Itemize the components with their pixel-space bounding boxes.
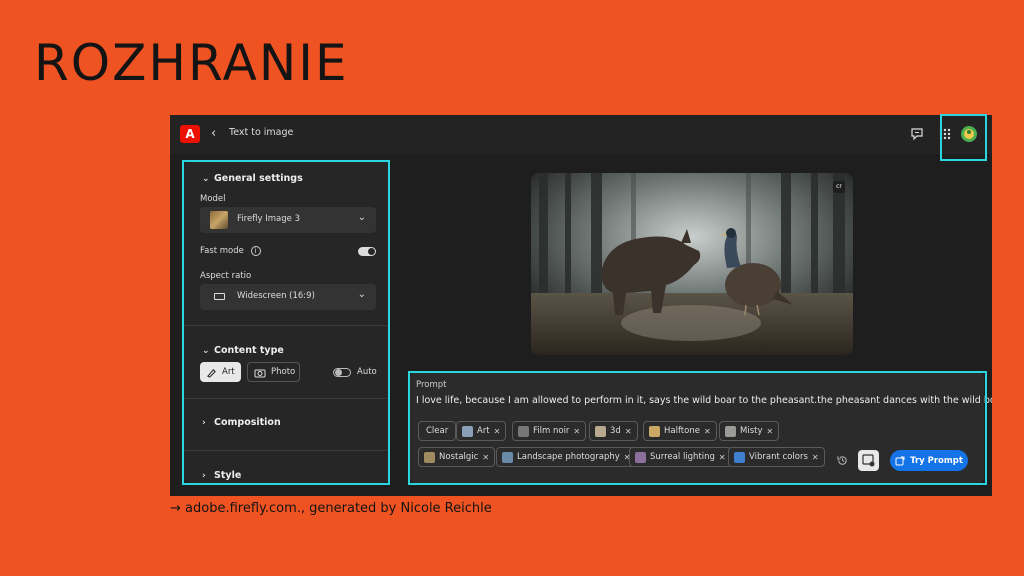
divider	[184, 325, 390, 326]
toggle-knob	[368, 248, 375, 255]
style-chip[interactable]: Art ✕	[456, 421, 507, 441]
chevron-down-icon: ⌄	[357, 289, 366, 300]
try-prompt-button[interactable]: Try Prompt	[890, 450, 968, 471]
remove-icon[interactable]: ✕	[704, 427, 711, 436]
chip-label: Vibrant colors	[749, 452, 808, 462]
history-icon[interactable]	[836, 454, 849, 467]
art-brush-icon	[207, 368, 216, 378]
chip-thumbnail	[462, 425, 473, 437]
chip-label: Misty	[740, 426, 763, 436]
art-label: Art	[222, 367, 235, 377]
apps-grid-icon[interactable]	[937, 126, 953, 142]
style-chip[interactable]: Landscape photography ✕	[496, 447, 637, 467]
content-type-title: Content type	[214, 345, 284, 356]
aspect-ratio-dropdown[interactable]: Widescreen (16:9) ⌄	[200, 284, 376, 310]
boar-and-pheasant-image	[531, 173, 853, 355]
model-value: Firefly Image 3	[237, 214, 300, 224]
art-button[interactable]: Art	[200, 362, 241, 382]
chip-thumbnail	[502, 451, 513, 463]
fast-mode-text: Fast mode	[200, 246, 244, 256]
adobe-logo-icon[interactable]: A	[180, 125, 200, 143]
auto-toggle[interactable]	[333, 368, 351, 377]
widescreen-icon	[214, 293, 225, 300]
style-chip[interactable]: Misty ✕	[719, 421, 780, 441]
prompt-label: Prompt	[416, 380, 447, 390]
style-chip[interactable]: Film noir ✕	[512, 421, 587, 441]
prompt-panel: Prompt I love life, because I am allowed…	[410, 372, 992, 483]
settings-panel: ⌄ General settings Model Firefly Image 3 …	[184, 161, 390, 483]
content-credentials-icon[interactable]: cr	[833, 181, 845, 193]
aspect-ratio-value: Widescreen (16:9)	[237, 291, 315, 301]
model-dropdown[interactable]: Firefly Image 3 ⌄	[200, 207, 376, 233]
photo-label: Photo	[271, 367, 296, 377]
divider	[184, 398, 390, 399]
aspect-ratio-label: Aspect ratio	[200, 271, 252, 281]
user-avatar-icon[interactable]	[960, 125, 978, 143]
divider	[184, 450, 390, 451]
firefly-app-window: A ‹ Text to image ⌄ General settings Mode…	[170, 115, 992, 496]
chevron-right-icon: ›	[202, 418, 206, 428]
slide-title: ROZHRANIE	[34, 34, 349, 92]
style-chip[interactable]: Nostalgic ✕	[418, 447, 496, 467]
general-settings-title: General settings	[214, 173, 303, 184]
style-chip[interactable]: Surreal lighting ✕	[629, 447, 732, 467]
chip-label: Landscape photography	[517, 452, 620, 462]
auto-label: Auto	[357, 367, 377, 377]
chip-thumbnail	[649, 425, 660, 437]
remove-icon[interactable]: ✕	[482, 453, 489, 462]
chevron-down-icon: ⌄	[202, 174, 210, 184]
remove-icon[interactable]: ✕	[625, 427, 632, 436]
info-icon[interactable]: i	[250, 246, 261, 256]
top-bar: A ‹ Text to image	[170, 115, 992, 154]
feedback-icon[interactable]	[909, 126, 925, 142]
try-prompt-icon	[895, 456, 905, 465]
remove-icon[interactable]: ✕	[767, 427, 774, 436]
remove-icon[interactable]: ✕	[494, 427, 501, 436]
chip-label: Art	[477, 426, 490, 436]
back-chevron-icon[interactable]: ‹	[211, 125, 225, 143]
chip-label: Surreal lighting	[650, 452, 715, 462]
chip-label: Halftone	[664, 426, 700, 436]
remove-icon[interactable]: ✕	[719, 453, 726, 462]
source-caption: → adobe.firefly.com., generated by Nicol…	[170, 501, 492, 516]
model-label: Model	[200, 194, 226, 204]
generated-image[interactable]: cr	[531, 173, 853, 355]
composition-header[interactable]: › Composition	[202, 417, 281, 428]
content-type-header[interactable]: ⌄ Content type	[202, 345, 284, 356]
try-prompt-label: Try Prompt	[910, 455, 963, 466]
chip-thumbnail	[734, 451, 745, 463]
chip-label: Film noir	[533, 426, 570, 436]
prompt-input[interactable]: I love life, because I am allowed to per…	[416, 395, 992, 406]
reference-image-button[interactable]	[858, 450, 879, 471]
style-title: Style	[214, 470, 242, 481]
chip-thumbnail	[595, 425, 606, 437]
style-chip[interactable]: Halftone ✕	[643, 421, 717, 441]
chevron-right-icon: ›	[202, 471, 206, 481]
clear-button[interactable]: Clear	[418, 421, 457, 441]
style-chip[interactable]: 3d ✕	[589, 421, 638, 441]
chip-thumbnail	[725, 425, 736, 437]
camera-icon	[254, 369, 266, 377]
composition-title: Composition	[214, 417, 281, 428]
fast-mode-label: Fast mode i	[200, 246, 261, 256]
image-settings-icon	[862, 454, 875, 467]
page-breadcrumb: Text to image	[229, 127, 294, 138]
chip-label: 3d	[610, 426, 621, 436]
general-settings-header[interactable]: ⌄ General settings	[202, 173, 303, 184]
fast-mode-toggle[interactable]	[358, 247, 376, 256]
photo-button[interactable]: Photo	[247, 362, 300, 382]
chevron-down-icon: ⌄	[202, 346, 210, 356]
style-header[interactable]: › Style	[202, 470, 241, 481]
chip-thumbnail	[635, 451, 646, 463]
style-chip[interactable]: Vibrant colors ✕	[728, 447, 825, 467]
toggle-knob	[335, 369, 342, 376]
chip-thumbnail	[424, 451, 435, 463]
model-thumbnail	[210, 211, 228, 229]
clear-label: Clear	[426, 426, 449, 436]
chip-thumbnail	[518, 425, 529, 437]
chip-label: Nostalgic	[439, 452, 479, 462]
remove-icon[interactable]: ✕	[812, 453, 819, 462]
chevron-down-icon: ⌄	[357, 212, 366, 223]
remove-icon[interactable]: ✕	[573, 427, 580, 436]
